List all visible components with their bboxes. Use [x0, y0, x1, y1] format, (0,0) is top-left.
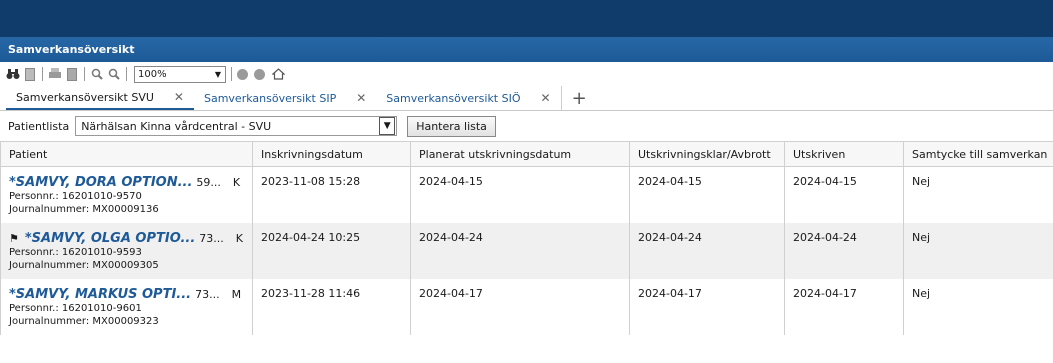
patient-age: 73...	[195, 287, 220, 301]
utskriven-cell: 2024-04-24	[784, 222, 904, 279]
add-tab-icon[interactable]: +	[560, 86, 597, 110]
utskrivningsklar-cell: 2024-04-17	[629, 278, 785, 335]
utskriven-cell: 2024-04-15	[784, 166, 904, 223]
planerat-cell: 2024-04-24	[410, 222, 630, 279]
toolbar: 100% ▼	[0, 62, 1053, 86]
utskriven-cell: 2024-04-17	[784, 278, 904, 335]
patient-cell: *SAMVY, DORA OPTION... 59... K Personnr.…	[0, 166, 253, 223]
close-icon[interactable]: ✕	[174, 90, 184, 104]
patient-personnr: Personnr.: 16201010-9601	[9, 302, 142, 314]
samtycke-cell: Nej	[903, 222, 1053, 279]
close-icon[interactable]: ✕	[541, 91, 551, 105]
zoom-in-icon[interactable]	[90, 67, 104, 81]
patient-sex: K	[235, 231, 243, 245]
inskrivningsdatum-cell: 2023-11-28 11:46	[252, 278, 411, 335]
tab-samverkansoversikt-sio[interactable]: Samverkansöversikt SIÖ ✕	[376, 86, 560, 110]
inskrivningsdatum-cell: 2023-11-08 15:28	[252, 166, 411, 223]
close-icon[interactable]: ✕	[356, 91, 366, 105]
patient-age: 59...	[196, 176, 221, 189]
home-icon[interactable]	[271, 67, 285, 81]
patient-name-link[interactable]: *SAMVY, OLGA OPTIO...	[25, 231, 195, 246]
patient-personnr: Personnr.: 16201010-9593	[9, 246, 142, 258]
inskrivningsdatum-cell: 2024-04-24 10:25	[252, 222, 411, 279]
dot-icon[interactable]	[237, 68, 248, 80]
patient-age: 73...	[199, 231, 224, 245]
patient-sex: K	[232, 176, 241, 189]
table-row[interactable]: ⚑ *SAMVY, OLGA OPTIO... 73... K Personnr…	[0, 222, 1053, 279]
dot-icon[interactable]	[254, 68, 265, 80]
patient-list-select[interactable]: Närhälsan Kinna vårdcentral - SVU ▼	[75, 116, 398, 136]
utskrivningsklar-cell: 2024-04-15	[629, 166, 785, 223]
manage-list-button[interactable]: Hantera lista	[407, 115, 496, 137]
zoom-select[interactable]: 100% ▼	[134, 65, 226, 83]
table-header-row: Patient Inskrivningsdatum Planerat utskr…	[0, 141, 1053, 167]
column-header-utskriven[interactable]: Utskriven	[784, 141, 904, 167]
table-row[interactable]: *SAMVY, DORA OPTION... 59... K Personnr.…	[0, 166, 1053, 223]
column-header-utskrivningsklar[interactable]: Utskrivningsklar/Avbrott	[629, 141, 785, 167]
tab-samverkansoversikt-svu[interactable]: Samverkansöversikt SVU ✕	[6, 86, 194, 110]
planerat-cell: 2024-04-17	[410, 278, 630, 335]
patient-list-filter: Patientlista Närhälsan Kinna vårdcentral…	[0, 111, 1053, 141]
binoculars-icon[interactable]	[6, 67, 20, 81]
chevron-down-icon: ▼	[379, 117, 396, 135]
tab-label: Samverkansöversikt SVU	[16, 90, 154, 104]
patient-list-value: Närhälsan Kinna vårdcentral - SVU	[81, 119, 272, 133]
samtycke-cell: Nej	[903, 166, 1053, 223]
tab-label: Samverkansöversikt SIP	[203, 91, 337, 105]
utskrivningsklar-cell: 2024-04-24	[629, 222, 785, 279]
print-icon[interactable]	[48, 67, 62, 81]
column-header-planerat-utskrivningsdatum[interactable]: Planerat utskrivningsdatum	[410, 141, 630, 167]
patient-journal: Journalnummer: MX00009136	[9, 204, 159, 215]
page-icon[interactable]	[23, 67, 37, 81]
zoom-value: 100%	[138, 68, 167, 80]
patient-name-link[interactable]: *SAMVY, DORA OPTION...	[9, 175, 192, 190]
top-bar	[0, 0, 1053, 37]
toolbar-separator	[231, 67, 232, 81]
samtycke-cell: Nej	[903, 278, 1053, 335]
patient-personnr: Personnr.: 16201010-9570	[9, 191, 142, 202]
planerat-cell: 2024-04-15	[410, 166, 630, 223]
patient-name-link[interactable]: *SAMVY, MARKUS OPTI...	[9, 287, 191, 302]
zoom-out-icon[interactable]	[107, 67, 121, 81]
tab-bar: Samverkansöversikt SVU ✕ Samverkansövers…	[0, 86, 1053, 111]
tab-samverkansoversikt-sip[interactable]: Samverkansöversikt SIP ✕	[194, 86, 376, 110]
column-header-samtycke[interactable]: Samtycke till samverkan	[903, 141, 1053, 167]
patient-table: Patient Inskrivningsdatum Planerat utskr…	[0, 141, 1053, 335]
toolbar-separator	[42, 67, 43, 81]
patient-journal: Journalnummer: MX00009323	[9, 315, 159, 327]
column-header-patient[interactable]: Patient	[0, 141, 253, 167]
patient-cell: *SAMVY, MARKUS OPTI... 73... M Personnr.…	[0, 278, 253, 335]
flag-icon: ⚑	[9, 231, 19, 245]
table-row[interactable]: *SAMVY, MARKUS OPTI... 73... M Personnr.…	[0, 278, 1053, 335]
toolbar-separator	[84, 67, 85, 81]
patient-sex: M	[231, 287, 242, 301]
patient-cell: ⚑ *SAMVY, OLGA OPTIO... 73... K Personnr…	[0, 222, 253, 279]
print-page-icon[interactable]	[65, 67, 79, 81]
patient-journal: Journalnummer: MX00009305	[9, 259, 159, 271]
column-header-inskrivningsdatum[interactable]: Inskrivningsdatum	[252, 141, 411, 167]
window-title: Samverkansöversikt	[0, 37, 1053, 62]
tab-label: Samverkansöversikt SIÖ	[386, 91, 521, 105]
patient-list-label: Patientlista	[8, 119, 70, 133]
toolbar-separator	[126, 67, 127, 81]
chevron-down-icon: ▼	[214, 69, 222, 79]
